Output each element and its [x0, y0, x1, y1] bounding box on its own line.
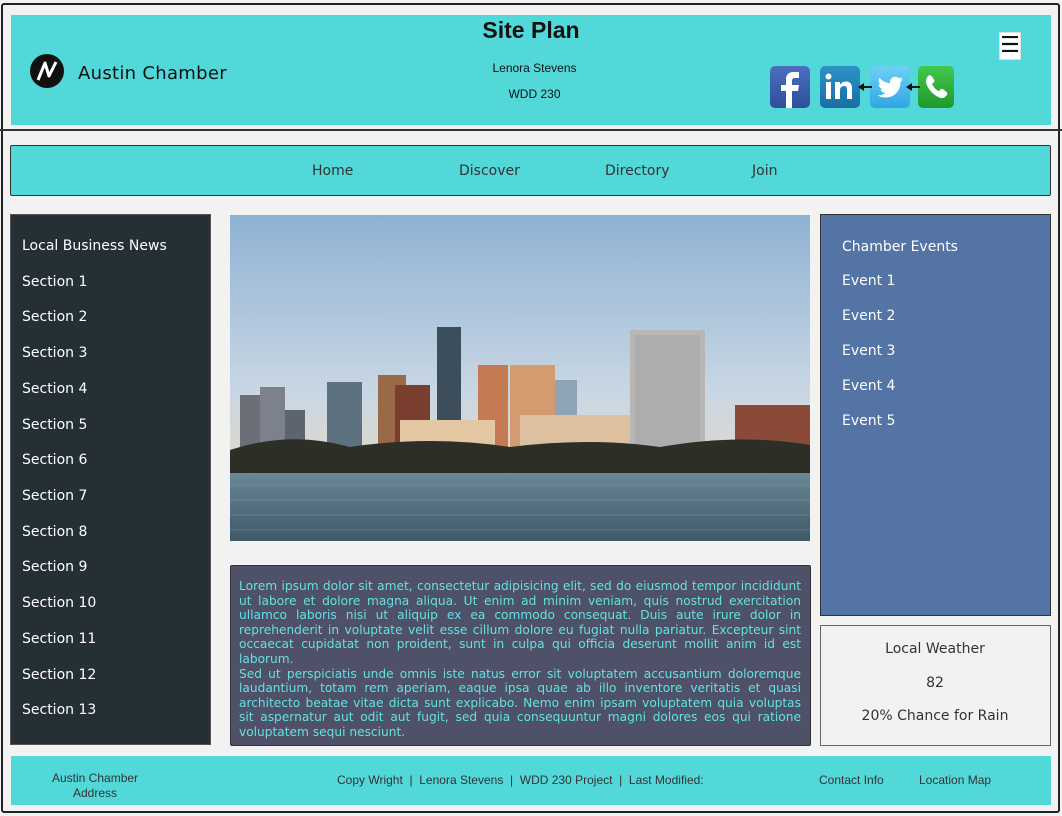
- sidebar-item-section-13[interactable]: Section 13: [22, 702, 96, 718]
- events-heading: Chamber Events: [842, 239, 958, 255]
- sidebar-item-section-2[interactable]: Section 2: [22, 309, 87, 325]
- site-header: Austin Chamber Site Plan Lenora Stevens …: [11, 15, 1051, 125]
- footer-org-name: Austin Chamber: [52, 771, 139, 785]
- nav-item-discover[interactable]: Discover: [459, 163, 520, 179]
- phone-icon[interactable]: [918, 66, 954, 108]
- sidebar-item-section-11[interactable]: Section 11: [22, 631, 96, 647]
- nav-item-home[interactable]: Home: [312, 163, 353, 179]
- chamber-events-sidebar: Chamber Events Event 1 Event 2 Event 3 E…: [820, 214, 1051, 616]
- event-item-2[interactable]: Event 2: [842, 308, 895, 324]
- business-news-sidebar: Local Business News Section 1 Section 2 …: [10, 214, 211, 745]
- nav-item-join[interactable]: Join: [752, 163, 777, 179]
- weather-title: Local Weather: [885, 641, 985, 657]
- event-item-4[interactable]: Event 4: [842, 378, 895, 394]
- sidebar-heading: Local Business News: [22, 238, 167, 254]
- nav-item-directory[interactable]: Directory: [605, 163, 670, 179]
- site-footer: Austin Chamber Address Copy Wright | Len…: [11, 756, 1051, 805]
- sidebar-item-section-8[interactable]: Section 8: [22, 524, 87, 540]
- weather-temperature: 82: [926, 675, 944, 691]
- main-nav: Home Discover Directory Join: [10, 145, 1051, 196]
- header-divider: [0, 129, 1062, 131]
- twitter-icon[interactable]: [870, 66, 910, 108]
- skyline-hero-image: [230, 215, 810, 541]
- sidebar-item-section-7[interactable]: Section 7: [22, 488, 87, 504]
- sidebar-item-section-9[interactable]: Section 9: [22, 559, 87, 575]
- event-item-3[interactable]: Event 3: [842, 343, 895, 359]
- linkedin-icon[interactable]: [820, 66, 860, 108]
- sidebar-item-section-5[interactable]: Section 5: [22, 417, 87, 433]
- facebook-icon[interactable]: [770, 66, 810, 108]
- sidebar-item-section-3[interactable]: Section 3: [22, 345, 87, 361]
- intro-text-box: Lorem ipsum dolor sit amet, consectetur …: [230, 565, 811, 746]
- footer-contact-link[interactable]: Contact Info: [819, 773, 884, 787]
- weather-widget: Local Weather 82 20% Chance for Rain: [820, 625, 1051, 746]
- sidebar-item-section-4[interactable]: Section 4: [22, 381, 87, 397]
- sidebar-item-section-12[interactable]: Section 12: [22, 667, 96, 683]
- sidebar-item-section-10[interactable]: Section 10: [22, 595, 96, 611]
- connector-arrow: [858, 83, 872, 91]
- weather-forecast: 20% Chance for Rain: [861, 708, 1009, 724]
- footer-address: Address: [73, 786, 118, 800]
- event-item-5[interactable]: Event 5: [842, 413, 895, 429]
- connector-arrow: [906, 83, 920, 91]
- footer-copyright: Copy Wright | Lenora Stevens | WDD 230 P…: [337, 773, 704, 787]
- event-item-1[interactable]: Event 1: [842, 273, 895, 289]
- menu-icon[interactable]: ☰: [999, 32, 1021, 60]
- sidebar-item-section-6[interactable]: Section 6: [22, 452, 87, 468]
- body-paragraph: Sed ut perspiciatis unde omnis iste natu…: [239, 666, 801, 739]
- sidebar-item-section-1[interactable]: Section 1: [22, 274, 87, 290]
- footer-map-link[interactable]: Location Map: [919, 773, 991, 787]
- body-paragraph: Lorem ipsum dolor sit amet, consectetur …: [239, 579, 801, 666]
- page-title: Site Plan: [482, 17, 580, 43]
